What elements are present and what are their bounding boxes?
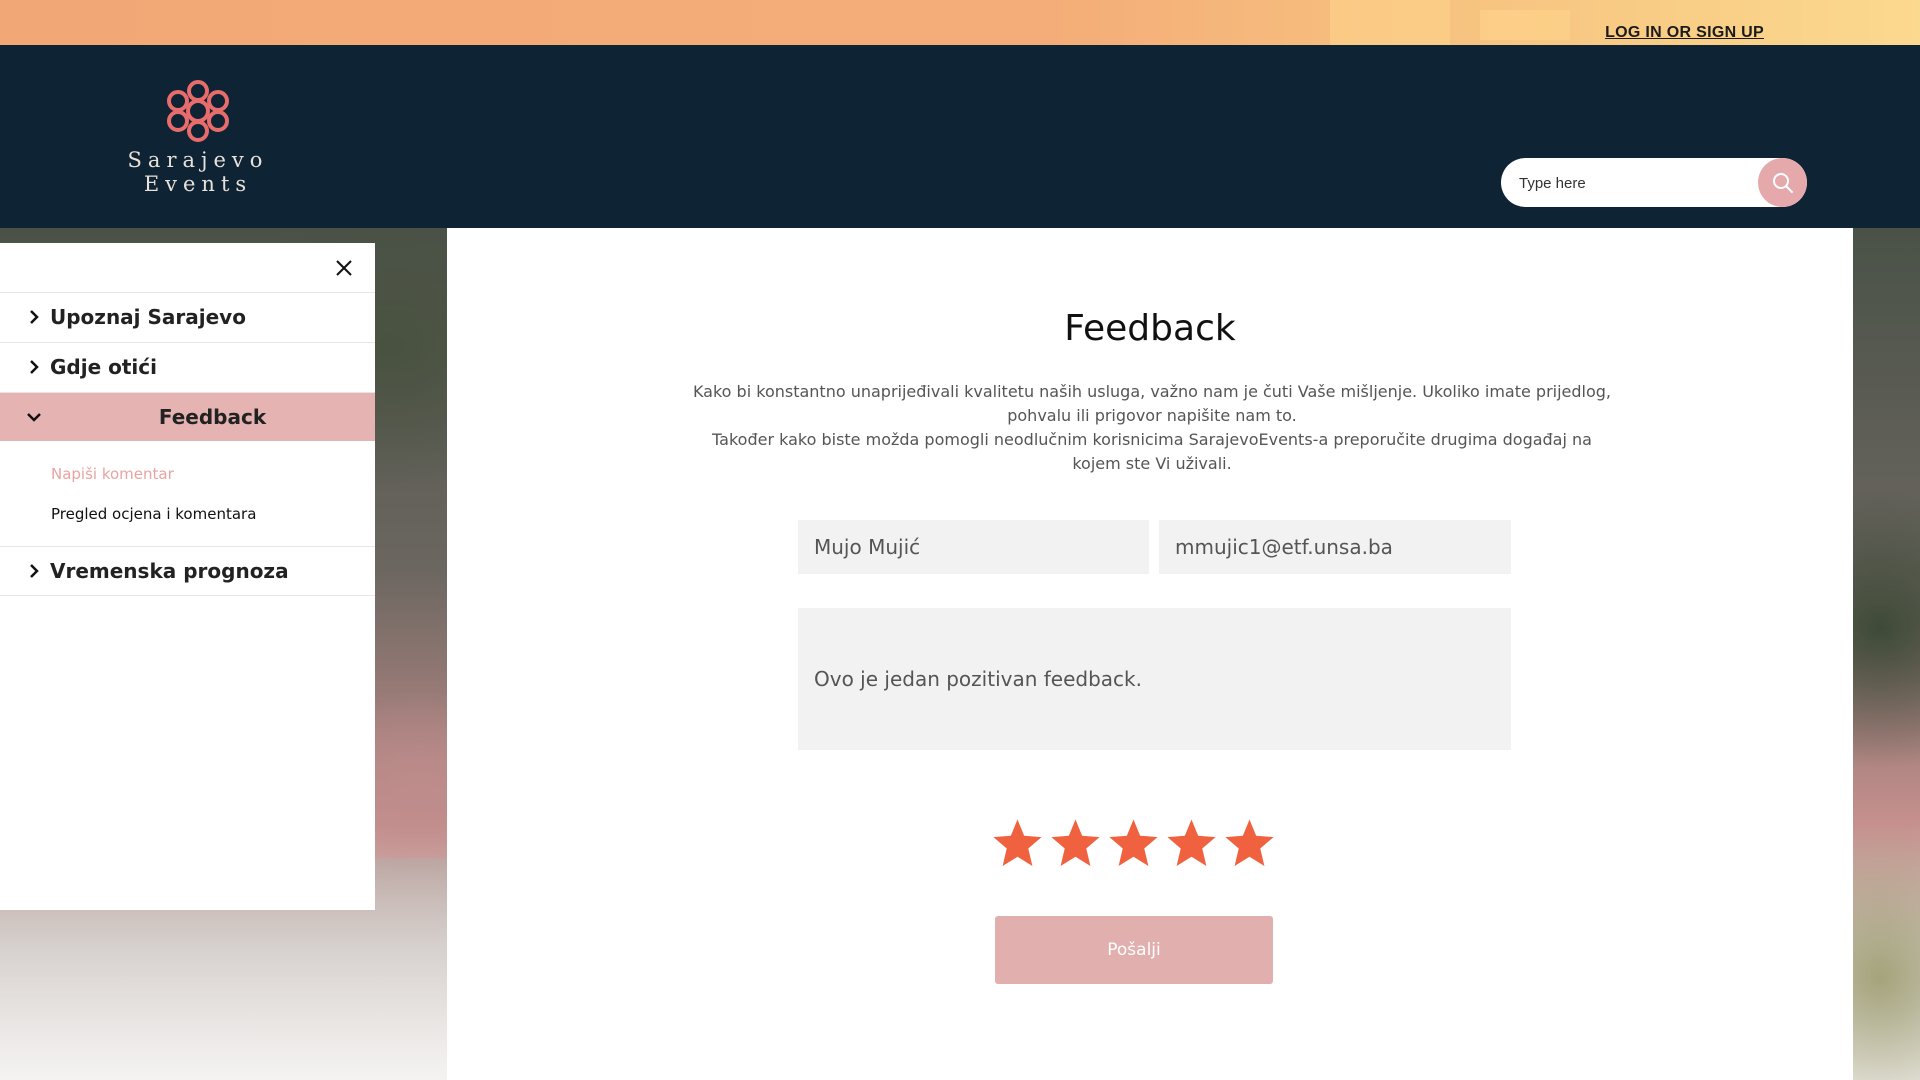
close-icon (336, 260, 352, 276)
star-icon[interactable] (1222, 816, 1277, 871)
comment-field[interactable]: Ovo je jedan pozitivan feedback. (798, 608, 1511, 750)
sidebar-menu: Upoznaj Sarajevo Gdje otići Feedback Nap… (0, 243, 375, 910)
page-title: Feedback (1064, 308, 1236, 349)
login-signup-link[interactable]: LOG IN OR SIGN UP (1605, 24, 1764, 42)
feedback-panel: Feedback Kako bi konstantno unaprijeđiva… (447, 228, 1853, 1080)
sublink-napisi-komentar[interactable]: Napiši komentar (51, 465, 174, 483)
sublink-pregled-ocjena[interactable]: Pregled ocjena i komentara (51, 505, 256, 523)
sidebar-item-feedback[interactable]: Feedback (0, 392, 375, 441)
top-banner: LOG IN OR SIGN UP (0, 0, 1920, 45)
logo-text: Sarajevo Events (118, 148, 278, 196)
sidebar-item-upoznaj-sarajevo[interactable]: Upoznaj Sarajevo (0, 292, 375, 341)
star-rating[interactable] (990, 816, 1277, 871)
star-icon[interactable] (1164, 816, 1219, 871)
banner-decoration (1330, 0, 1450, 45)
sidebar-item-gdje-otici[interactable]: Gdje otići (0, 342, 375, 391)
sidebar-item-label: Gdje otići (50, 355, 157, 379)
logo-knot-icon (167, 80, 229, 142)
sidebar-item-label: Vremenska prognoza (50, 559, 289, 583)
intro-line-1: Kako bi konstantno unaprijeđivali kvalit… (692, 382, 1612, 425)
star-icon[interactable] (990, 816, 1045, 871)
intro-text: Kako bi konstantno unaprijeđivali kvalit… (687, 380, 1617, 476)
search-icon (1772, 172, 1793, 193)
search-button[interactable] (1758, 158, 1807, 207)
intro-line-2: Također kako biste možda pomogli neodluč… (712, 430, 1592, 473)
logo-line-1: Sarajevo (127, 148, 269, 172)
send-button[interactable]: Pošalji (995, 916, 1273, 984)
sidebar-item-label: Feedback (158, 405, 267, 429)
site-logo[interactable]: Sarajevo Events (118, 78, 278, 198)
email-field[interactable] (1159, 520, 1511, 574)
search-input[interactable] (1517, 158, 1751, 209)
logo-line-2: Events (143, 172, 253, 196)
star-icon[interactable] (1048, 816, 1103, 871)
sidebar-item-label: Upoznaj Sarajevo (50, 305, 246, 329)
banner-decoration (1480, 10, 1570, 40)
chevron-right-icon (30, 360, 39, 374)
chevron-right-icon (30, 310, 39, 324)
star-icon[interactable] (1106, 816, 1161, 871)
sidebar-item-vremenska-prognoza[interactable]: Vremenska prognoza (0, 546, 375, 595)
name-field[interactable] (798, 520, 1149, 574)
chevron-right-icon (30, 564, 39, 578)
close-menu-button[interactable] (332, 256, 356, 280)
divider (0, 595, 375, 596)
site-header: Sarajevo Events (0, 45, 1920, 228)
search-bar (1501, 158, 1807, 209)
